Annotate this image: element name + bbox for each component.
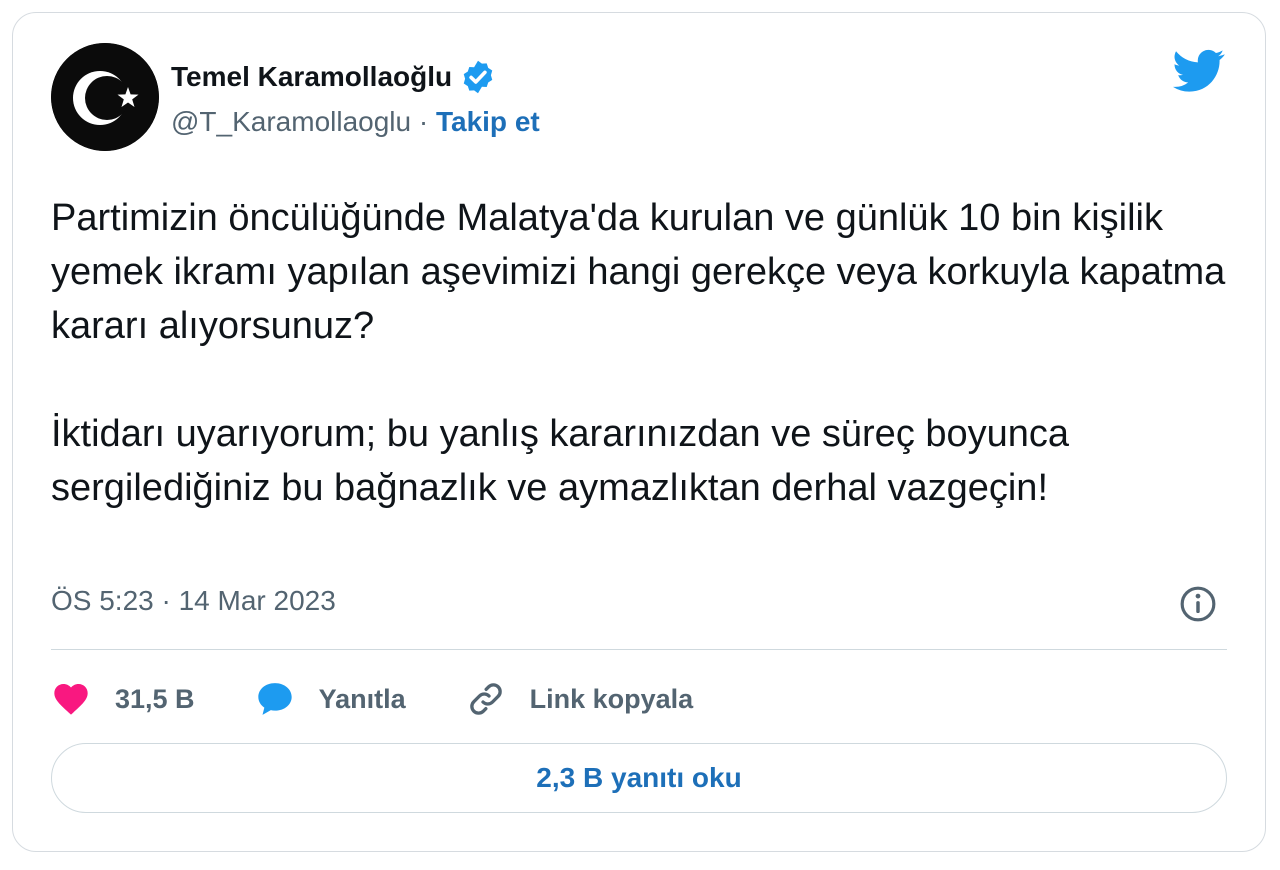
reply-label: Yanıtla [318, 683, 406, 714]
tweet-timestamp[interactable]: ÖS 5:23 · 14 Mar 2023 [51, 585, 336, 617]
verified-badge-icon [463, 60, 493, 94]
copy-link-label: Link kopyala [529, 683, 694, 714]
read-replies-button[interactable]: 2,3 B yanıtı oku [51, 743, 1227, 813]
author-handle[interactable]: @T_Karamollaoglu [171, 106, 411, 137]
handle-separator: · [418, 106, 429, 137]
action-bar: 31,5 B Yanıtla Link kopyala [51, 677, 693, 721]
author-name[interactable]: Temel Karamollaoğlu [171, 61, 452, 93]
link-icon [469, 683, 502, 715]
tweet-card: Temel Karamollaoğlu @T_Karamollaoglu · T… [12, 12, 1266, 852]
follow-button[interactable]: Takip et [436, 106, 540, 137]
divider [51, 649, 1227, 650]
author-name-row: Temel Karamollaoğlu [171, 59, 496, 95]
reply-button[interactable]: Yanıtla [255, 679, 406, 719]
twitter-bird-icon[interactable] [1173, 49, 1225, 93]
info-icon[interactable] [1179, 585, 1217, 623]
avatar[interactable] [51, 43, 159, 151]
author-handle-row: @T_Karamollaoglu · Takip et [171, 106, 540, 138]
like-button[interactable]: 31,5 B [51, 679, 195, 719]
tweet-paragraph: Partimizin öncülüğünde Malatya'da kurula… [51, 197, 1226, 347]
tweet-text: Partimizin öncülüğünde Malatya'da kurula… [51, 191, 1241, 515]
tweet-paragraph: İktidarı uyarıyorum; bu yanlış kararınız… [51, 413, 1070, 509]
crescent-star-icon [51, 43, 159, 151]
heart-icon [54, 684, 88, 715]
like-count: 31,5 B [115, 683, 195, 714]
copy-link-button[interactable]: Link kopyala [466, 679, 694, 719]
speech-bubble-icon [257, 683, 292, 715]
